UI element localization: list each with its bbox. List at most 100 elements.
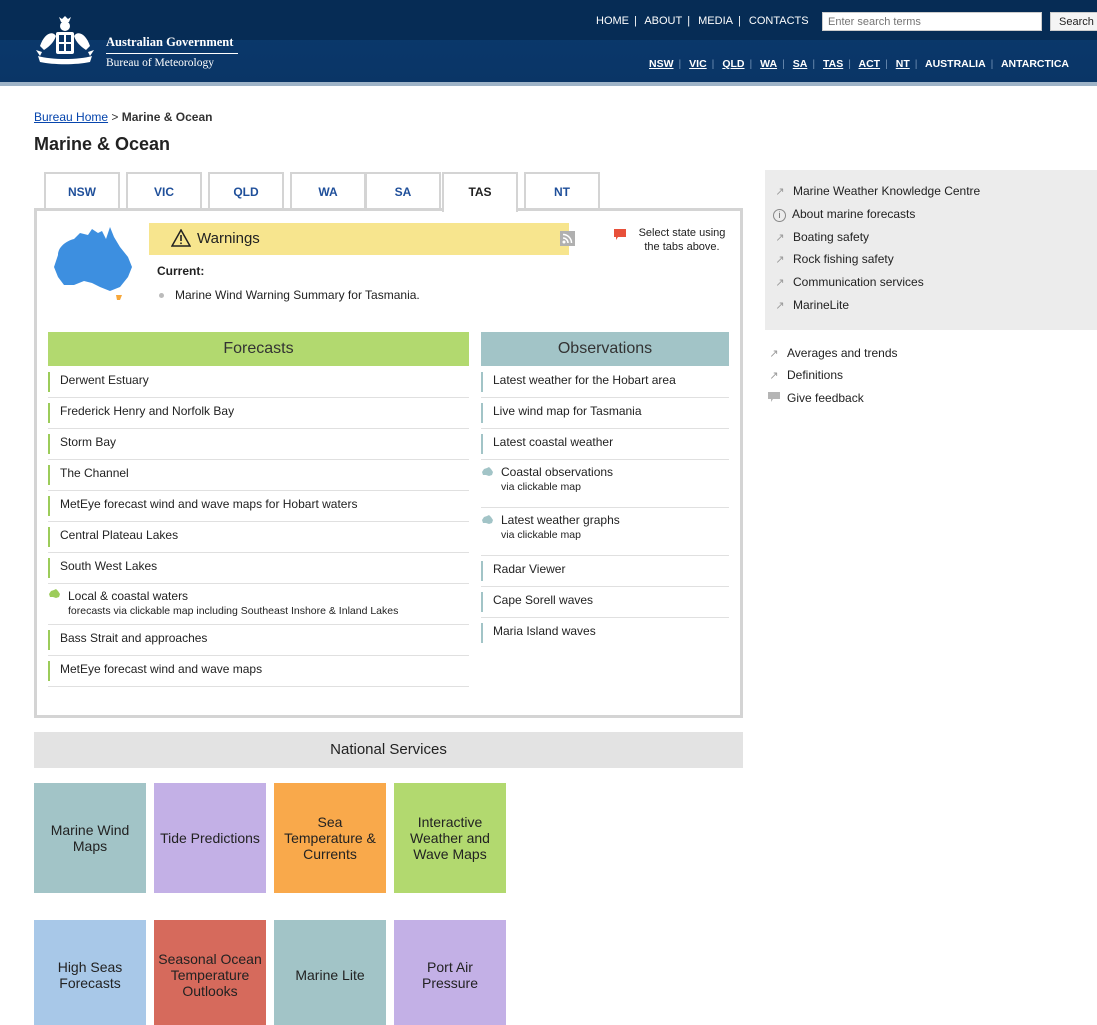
sidebar-link-label[interactable]: Definitions xyxy=(787,368,843,382)
forecast-link[interactable]: The Channel xyxy=(48,460,469,490)
list-item[interactable]: Radar Viewer xyxy=(481,556,729,587)
state-link-wa[interactable]: WA xyxy=(760,58,777,70)
list-item[interactable]: Bass Strait and approaches xyxy=(48,625,469,656)
list-item[interactable]: MetEye forecast wind and wave maps for H… xyxy=(48,491,469,522)
state-link-act[interactable]: ACT xyxy=(858,58,880,70)
forecast-link[interactable]: Frederick Henry and Norfolk Bay xyxy=(48,398,469,428)
sidebar-link[interactable]: i About marine forecasts xyxy=(773,207,915,222)
forecast-link[interactable]: Storm Bay xyxy=(48,429,469,459)
coat-of-arms-logo[interactable] xyxy=(32,16,98,70)
observation-link[interactable]: Radar Viewer xyxy=(481,556,729,586)
warnings-title[interactable]: Warnings xyxy=(197,230,260,247)
state-link-nt[interactable]: NT xyxy=(896,58,910,70)
tile-port-air-pressure[interactable]: Port Air Pressure xyxy=(394,920,506,1025)
list-item[interactable]: Local & coastal waters forecasts via clic… xyxy=(48,584,469,625)
sidebar-link-label[interactable]: Communication services xyxy=(793,275,924,289)
sidebar-link[interactable]: ↗ Rock fishing safety xyxy=(773,252,894,266)
state-link-sa[interactable]: SA xyxy=(793,58,808,70)
sidebar-link-label[interactable]: Give feedback xyxy=(787,391,864,405)
bureau-name: Bureau of Meteorology xyxy=(106,57,214,69)
forecast-link[interactable]: Central Plateau Lakes xyxy=(48,522,469,552)
list-item[interactable]: Maria Island waves xyxy=(481,618,729,648)
site-header: Australian Government Bureau of Meteorol… xyxy=(0,0,1097,86)
list-item[interactable]: The Channel xyxy=(48,460,469,491)
list-item[interactable]: Latest weather for the Hobart area xyxy=(481,367,729,398)
forecast-link[interactable]: MetEye forecast wind and wave maps for H… xyxy=(48,491,469,521)
list-item[interactable]: Central Plateau Lakes xyxy=(48,522,469,553)
forecast-link[interactable]: South West Lakes xyxy=(48,553,469,583)
state-link-australia[interactable]: AUSTRALIA xyxy=(925,58,986,70)
sidebar-link-label[interactable]: About marine forecasts xyxy=(792,207,915,221)
state-link-tas[interactable]: TAS xyxy=(823,58,843,70)
list-item[interactable]: Storm Bay xyxy=(48,429,469,460)
list-item[interactable]: South West Lakes xyxy=(48,553,469,584)
tile-interactive-weather[interactable]: Interactive Weather and Wave Maps xyxy=(394,783,506,893)
forecast-link[interactable]: Local & coastal waters xyxy=(68,589,188,603)
forecast-link[interactable]: MetEye forecast wind and wave maps xyxy=(48,656,469,686)
breadcrumb-home-link[interactable]: Bureau Home xyxy=(34,110,108,124)
sidebar-link[interactable]: ↗ Definitions xyxy=(767,368,843,382)
warning-link[interactable]: Marine Wind Warning Summary for Tasmania… xyxy=(175,288,420,302)
sidebar-link-label[interactable]: Boating safety xyxy=(793,230,869,244)
sidebar-link[interactable]: Give feedback xyxy=(767,391,864,405)
tab-vic[interactable]: VIC xyxy=(126,172,202,210)
nav-about[interactable]: ABOUT xyxy=(644,15,682,27)
agency-name: Australian Government xyxy=(106,35,234,49)
tile-tide-predictions[interactable]: Tide Predictions xyxy=(154,783,266,893)
sidebar-link[interactable]: ↗ Boating safety xyxy=(773,230,869,244)
agency-divider xyxy=(106,53,238,54)
state-link-antarctica[interactable]: ANTARCTICA xyxy=(1001,58,1069,70)
observation-link[interactable]: Coastal observations xyxy=(501,465,613,479)
nav-media[interactable]: MEDIA xyxy=(698,15,733,27)
item-marker xyxy=(481,561,483,581)
tile-marine-lite[interactable]: Marine Lite xyxy=(274,920,386,1025)
sidebar-link[interactable]: ↗ Communication services xyxy=(773,275,924,289)
rss-icon[interactable] xyxy=(560,231,575,246)
observation-link[interactable]: Latest coastal weather xyxy=(481,429,729,459)
arrow-icon: ↗ xyxy=(775,186,785,198)
sidebar-link-label[interactable]: Marine Weather Knowledge Centre xyxy=(793,184,980,198)
nav-contacts[interactable]: CONTACTS xyxy=(749,15,809,27)
state-link-vic[interactable]: VIC xyxy=(689,58,707,70)
nav-home[interactable]: HOME xyxy=(596,15,629,27)
forecast-link[interactable]: Derwent Estuary xyxy=(48,367,469,397)
observation-link[interactable]: Latest weather for the Hobart area xyxy=(481,367,729,397)
sidebar-link[interactable]: ↗ Marine Weather Knowledge Centre xyxy=(773,184,980,198)
forecast-link[interactable]: Bass Strait and approaches xyxy=(48,625,469,655)
sidebar-link[interactable]: ↗ Averages and trends xyxy=(767,346,898,360)
observation-link[interactable]: Latest weather graphs xyxy=(501,513,620,527)
list-item[interactable]: Frederick Henry and Norfolk Bay xyxy=(48,398,469,429)
observation-link[interactable]: Cape Sorell waves xyxy=(481,587,729,617)
tab-nsw[interactable]: NSW xyxy=(44,172,120,210)
state-link-qld[interactable]: QLD xyxy=(722,58,744,70)
tile-high-seas[interactable]: High Seas Forecasts xyxy=(34,920,146,1025)
state-link-nsw[interactable]: NSW xyxy=(649,58,674,70)
feedback-icon xyxy=(767,392,781,405)
observation-link[interactable]: Maria Island waves xyxy=(481,618,729,648)
item-marker xyxy=(48,434,50,454)
list-item[interactable]: MetEye forecast wind and wave maps xyxy=(48,656,469,687)
list-item[interactable]: Derwent Estuary xyxy=(48,367,469,398)
tab-qld[interactable]: QLD xyxy=(208,172,284,210)
item-marker xyxy=(48,403,50,423)
tile-marine-wind-maps[interactable]: Marine Wind Maps xyxy=(34,783,146,893)
tile-seasonal-outlooks[interactable]: Seasonal Ocean Temperature Outlooks xyxy=(154,920,266,1025)
tile-sea-temperature[interactable]: Sea Temperature & Currents xyxy=(274,783,386,893)
list-item[interactable]: Cape Sorell waves xyxy=(481,587,729,618)
sidebar-link-label[interactable]: MarineLite xyxy=(793,298,849,312)
list-item[interactable]: Latest coastal weather xyxy=(481,429,729,460)
arrow-icon: ↗ xyxy=(775,232,785,244)
tab-sa[interactable]: SA xyxy=(365,172,441,210)
tab-tas[interactable]: TAS xyxy=(442,172,518,212)
search-button[interactable]: Search xyxy=(1050,12,1097,31)
list-item[interactable]: Latest weather graphs via clickable map xyxy=(481,508,729,556)
sidebar-link[interactable]: ↗ MarineLite xyxy=(773,298,849,312)
sidebar-link-label[interactable]: Averages and trends xyxy=(787,346,898,360)
observation-link[interactable]: Live wind map for Tasmania xyxy=(481,398,729,428)
list-item[interactable]: Live wind map for Tasmania xyxy=(481,398,729,429)
tab-wa[interactable]: WA xyxy=(290,172,366,210)
sidebar-link-label[interactable]: Rock fishing safety xyxy=(793,252,894,266)
search-input[interactable] xyxy=(822,12,1042,31)
list-item[interactable]: Coastal observations via clickable map xyxy=(481,460,729,508)
tab-nt[interactable]: NT xyxy=(524,172,600,210)
